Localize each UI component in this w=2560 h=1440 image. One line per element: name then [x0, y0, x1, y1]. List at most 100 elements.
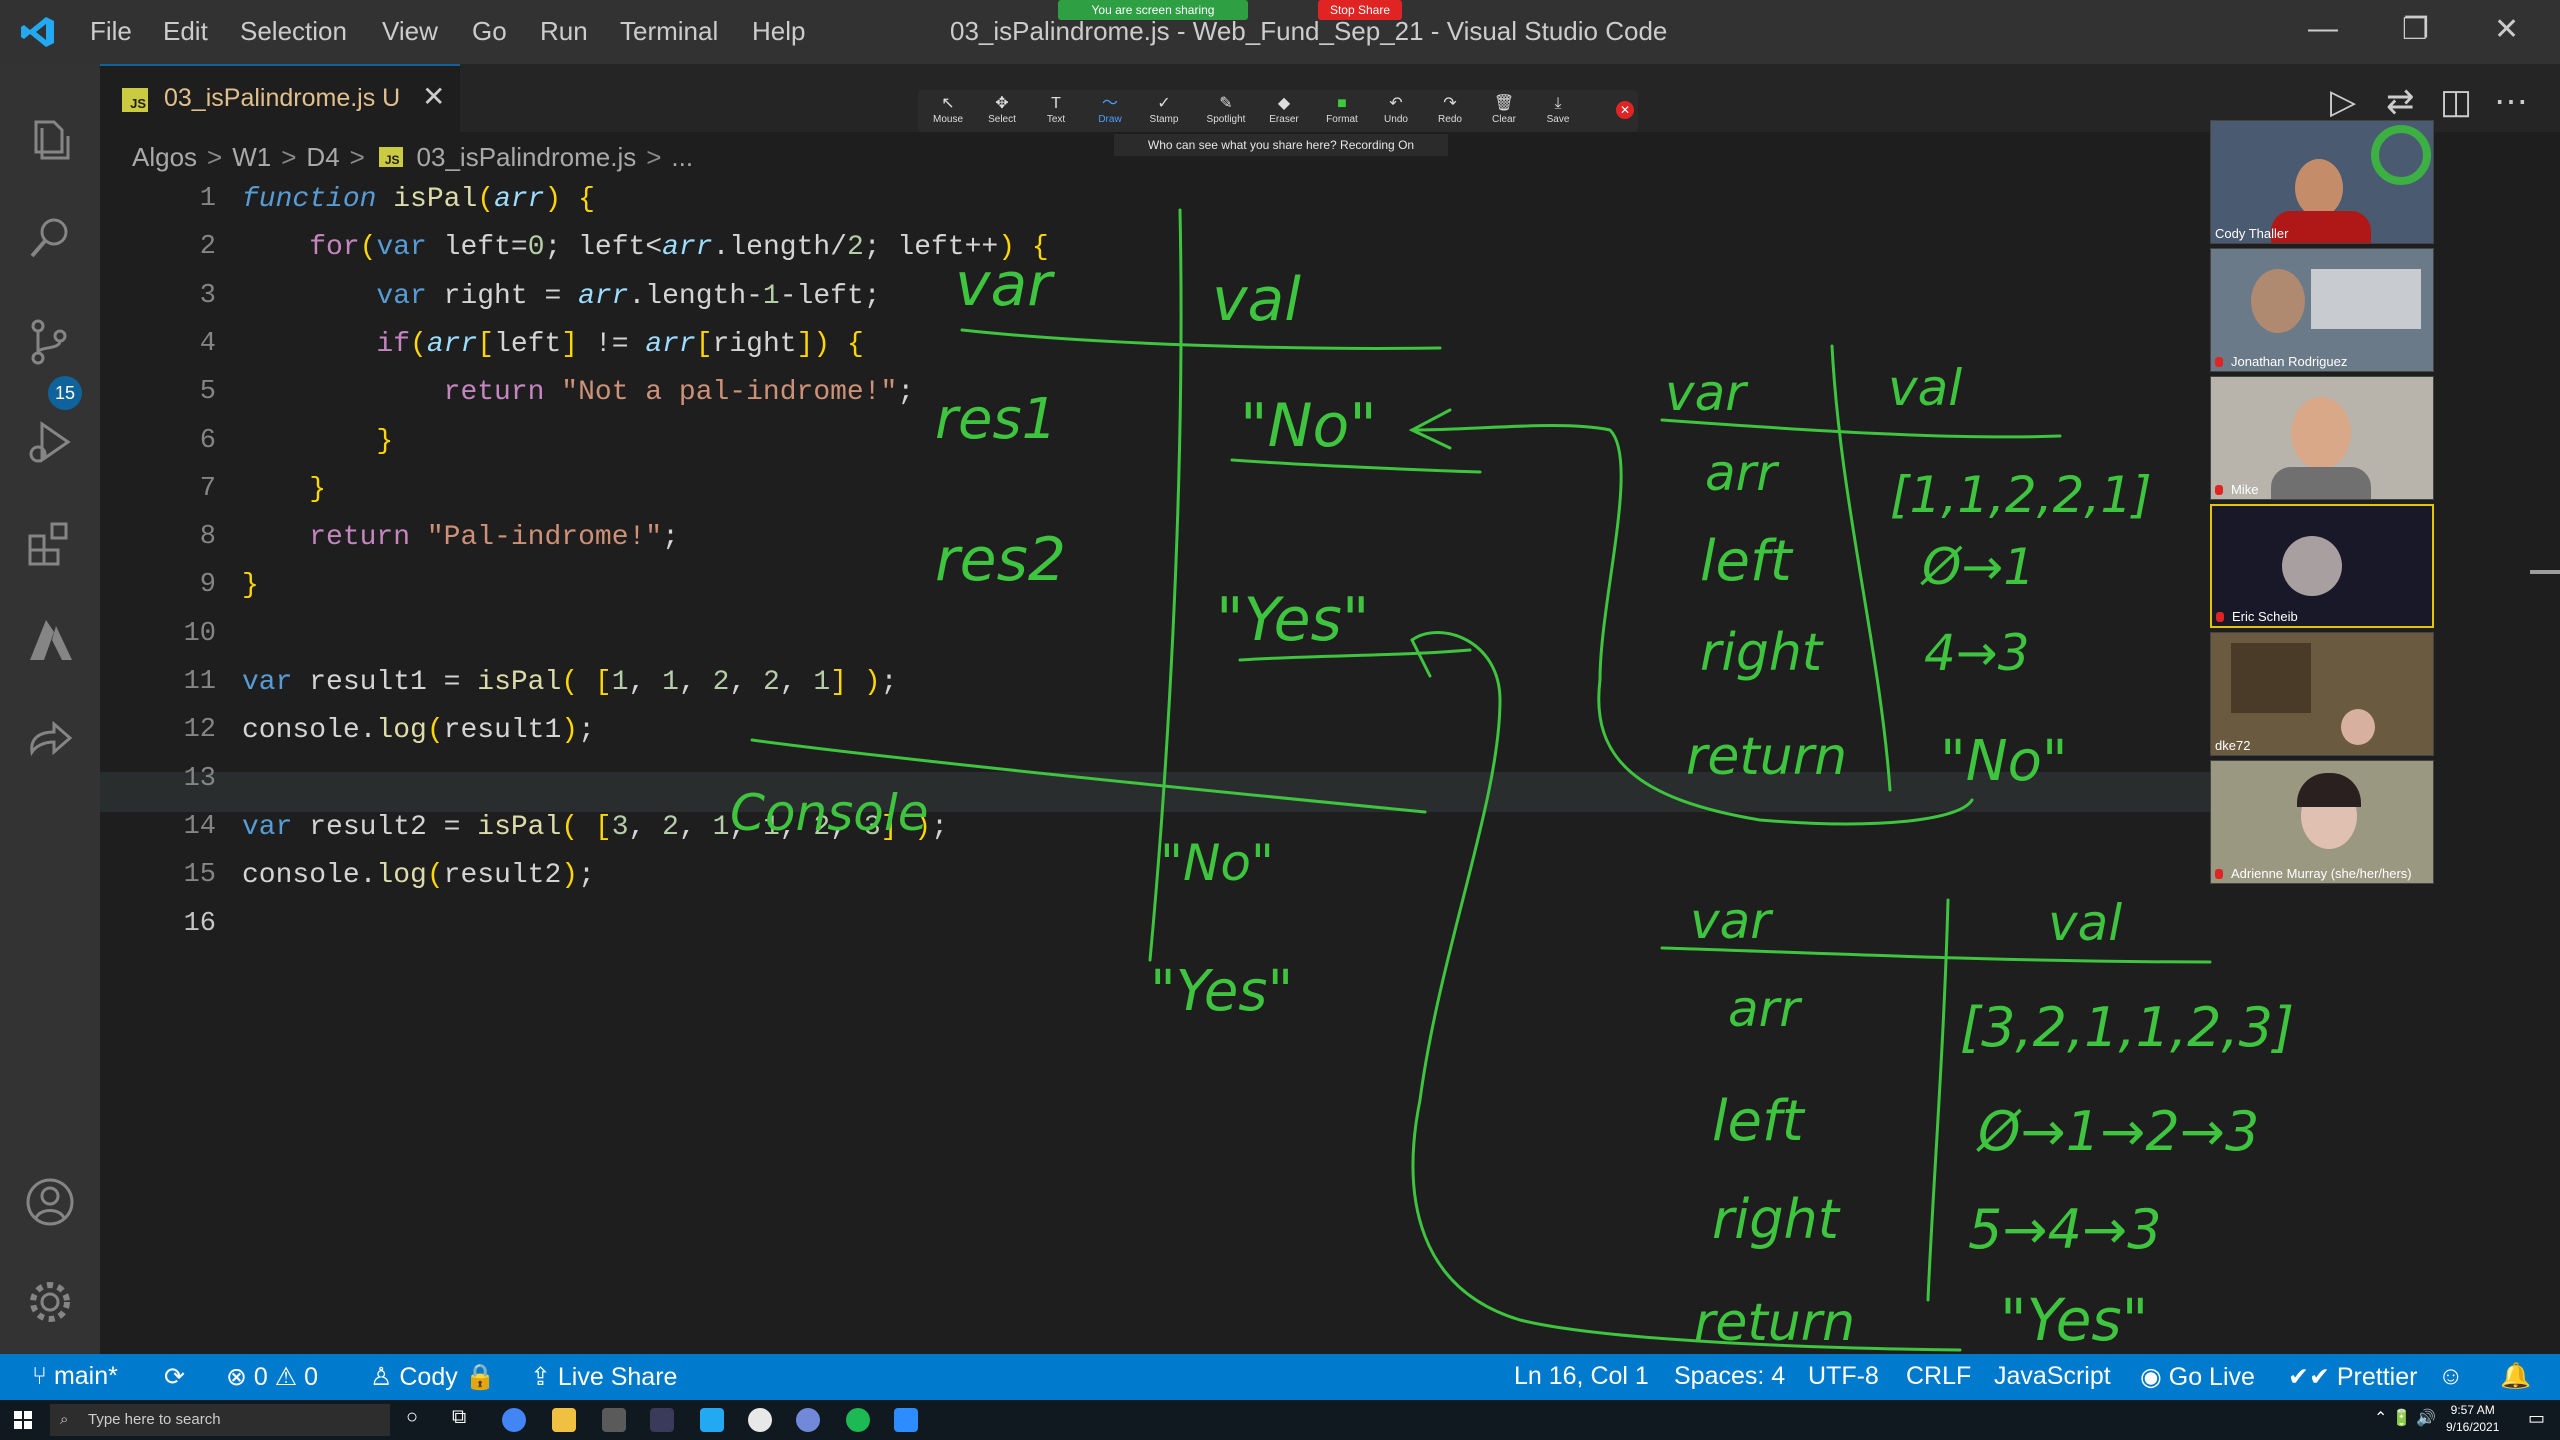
chrome-icon[interactable] [502, 1408, 526, 1432]
accounts-icon[interactable] [20, 1172, 80, 1232]
close-annotation-icon[interactable]: ✕ [1616, 101, 1634, 119]
breadcrumb-file[interactable]: 03_isPalindrome.js [417, 142, 637, 173]
menu-file[interactable]: File [90, 16, 132, 47]
menu-go[interactable]: Go [472, 16, 507, 47]
taskbar-clock[interactable]: 9:57 AM 9/16/2021 [2446, 1402, 2499, 1436]
restore-button[interactable]: ❐ [2402, 12, 2429, 47]
stop-share-button[interactable]: Stop Share [1318, 0, 1402, 20]
vscode-taskbar-icon[interactable] [700, 1408, 724, 1432]
run-debug-icon[interactable] [20, 412, 80, 472]
app-icon[interactable] [650, 1408, 674, 1432]
annotate-clear-button[interactable]: 🗑 Clear [1478, 94, 1530, 125]
minimize-button[interactable]: — [2308, 12, 2338, 46]
indentation-indicator[interactable]: Spaces: 4 [1674, 1362, 1785, 1391]
participant-video[interactable]: Mike [2210, 376, 2434, 500]
search-icon[interactable] [20, 208, 80, 268]
code-line[interactable]: for(var left=0; left<arr.length/2; left+… [242, 232, 1048, 263]
menu-edit[interactable]: Edit [163, 16, 208, 47]
annotate-draw-button[interactable]: 〜 Draw [1084, 94, 1136, 125]
breadcrumb-algos[interactable]: Algos [132, 142, 197, 173]
code-line[interactable]: } [242, 474, 326, 505]
explorer-icon[interactable] [20, 110, 80, 170]
tab-label: 03_isPalindrome.js U [164, 84, 401, 112]
app-icon[interactable] [748, 1408, 772, 1432]
scrollbar-thumb[interactable] [2530, 570, 2560, 574]
close-tab-icon[interactable]: ✕ [422, 80, 445, 113]
breadcrumb-d4[interactable]: D4 [306, 142, 339, 173]
participant-video[interactable]: Adrienne Murray (she/her/hers) [2210, 760, 2434, 884]
feedback-icon[interactable]: ☺ [2438, 1362, 2464, 1391]
annotate-eraser-button[interactable]: ◆ Eraser [1258, 94, 1310, 125]
branch-indicator[interactable]: ⑂ main* [32, 1362, 118, 1391]
eol-indicator[interactable]: CRLF [1906, 1362, 1971, 1391]
breadcrumb-symbol[interactable]: ... [671, 142, 693, 173]
windows-start-icon[interactable] [14, 1411, 32, 1429]
annotate-format-button[interactable]: ■ Format [1316, 94, 1368, 125]
action-center-icon[interactable]: ▭ [2528, 1408, 2545, 1429]
code-line[interactable]: console.log(result2); [242, 860, 595, 891]
code-line[interactable]: return "Pal-indrome!"; [242, 522, 679, 553]
zoom-icon[interactable] [894, 1408, 918, 1432]
menu-view[interactable]: View [382, 16, 438, 47]
source-control-icon[interactable] [20, 312, 80, 372]
participant-video[interactable]: Jonathan Rodriguez [2210, 248, 2434, 372]
code-line[interactable]: console.log(result1); [242, 715, 595, 746]
annotate-stamp-button[interactable]: ✓ Stamp [1138, 94, 1190, 125]
annotate-mouse-button[interactable]: ↖ Mouse [922, 94, 974, 125]
menu-run[interactable]: Run [540, 16, 588, 47]
window-title: 03_isPalindrome.js - Web_Fund_Sep_21 - V… [950, 16, 1668, 46]
settings-gear-icon[interactable] [20, 1272, 80, 1332]
more-actions-icon[interactable]: ⋯ [2494, 82, 2528, 122]
code-line[interactable]: } [242, 570, 259, 601]
code-line[interactable]: if(arr[left] != arr[right]) { [242, 329, 863, 360]
code-editor[interactable]: 1 function isPal(arr) {2 for(var left=0; … [100, 180, 2210, 1350]
annotate-undo-button[interactable]: ↶ Undo [1370, 94, 1422, 125]
menu-selection[interactable]: Selection [240, 16, 347, 47]
user-indicator[interactable]: ♙ Cody 🔒 [370, 1362, 496, 1392]
extensions-icon[interactable] [20, 512, 80, 572]
code-line[interactable]: function isPal(arr) { [242, 184, 595, 215]
annotate-text-button[interactable]: T Text [1030, 94, 1082, 125]
split-editor-icon[interactable]: ◫ [2440, 82, 2472, 122]
system-tray-icons[interactable]: ⌃ 🔋 🔊 [2374, 1408, 2436, 1428]
prettier-button[interactable]: ✔✔ Prettier [2288, 1362, 2417, 1392]
participant-video[interactable]: dke72 [2210, 632, 2434, 756]
annotate-redo-button[interactable]: ↷ Redo [1424, 94, 1476, 125]
annotate-spotlight-button[interactable]: ✎ Spotlight [1200, 94, 1252, 125]
participant-video-active[interactable]: Eric Scheib [2210, 504, 2434, 628]
menu-help[interactable]: Help [752, 16, 805, 47]
code-line[interactable]: var result2 = isPal( [3, 2, 1, 1, 2, 3] … [242, 812, 948, 843]
task-view-icon[interactable]: ⧉ [452, 1406, 466, 1429]
annotate-select-button[interactable]: ✥ Select [976, 94, 1028, 125]
notifications-bell-icon[interactable]: 🔔 [2500, 1362, 2531, 1391]
code-line[interactable]: } [242, 426, 393, 457]
cursor-position[interactable]: Ln 16, Col 1 [1514, 1362, 1649, 1391]
file-explorer-icon[interactable] [552, 1408, 576, 1432]
cortana-icon[interactable]: ○ [406, 1406, 418, 1429]
language-mode[interactable]: JavaScript [1994, 1362, 2111, 1391]
close-window-button[interactable]: ✕ [2494, 12, 2519, 47]
annotate-save-button[interactable]: ⤓ Save [1532, 94, 1584, 125]
problems-indicator[interactable]: ⊗ 0 ⚠ 0 [226, 1362, 318, 1392]
code-line[interactable]: var result1 = isPal( [1, 1, 2, 2, 1] ); [242, 667, 897, 698]
app-icon[interactable] [602, 1408, 626, 1432]
live-share-icon[interactable] [20, 710, 80, 770]
recording-notice[interactable]: Who can see what you share here? Recordi… [1114, 134, 1448, 156]
compare-changes-icon[interactable]: ⇄ [2386, 82, 2415, 122]
live-share-button[interactable]: ⇪ Live Share [530, 1362, 677, 1392]
code-line[interactable]: return "Not a pal-indrome!"; [242, 377, 915, 408]
code-line[interactable]: var right = arr.length-1-left; [242, 281, 880, 312]
breadcrumb-w1[interactable]: W1 [232, 142, 271, 173]
azure-icon[interactable] [20, 610, 80, 670]
run-file-icon[interactable]: ▷ [2330, 82, 2356, 122]
spotify-icon[interactable] [846, 1408, 870, 1432]
menu-terminal[interactable]: Terminal [620, 16, 718, 47]
participant-video[interactable]: Cody Thaller [2210, 120, 2434, 244]
line-number: 6 [199, 425, 216, 456]
encoding-indicator[interactable]: UTF-8 [1808, 1362, 1879, 1391]
sync-icon[interactable]: ⟳ [164, 1362, 185, 1392]
discord-icon[interactable] [796, 1408, 820, 1432]
tab-03-ispalindrome[interactable]: JS 03_isPalindrome.js U ✕ [100, 64, 460, 132]
taskbar-search-input[interactable]: ⌕ Type here to search [50, 1404, 390, 1436]
go-live-button[interactable]: ◉ Go Live [2140, 1362, 2255, 1392]
